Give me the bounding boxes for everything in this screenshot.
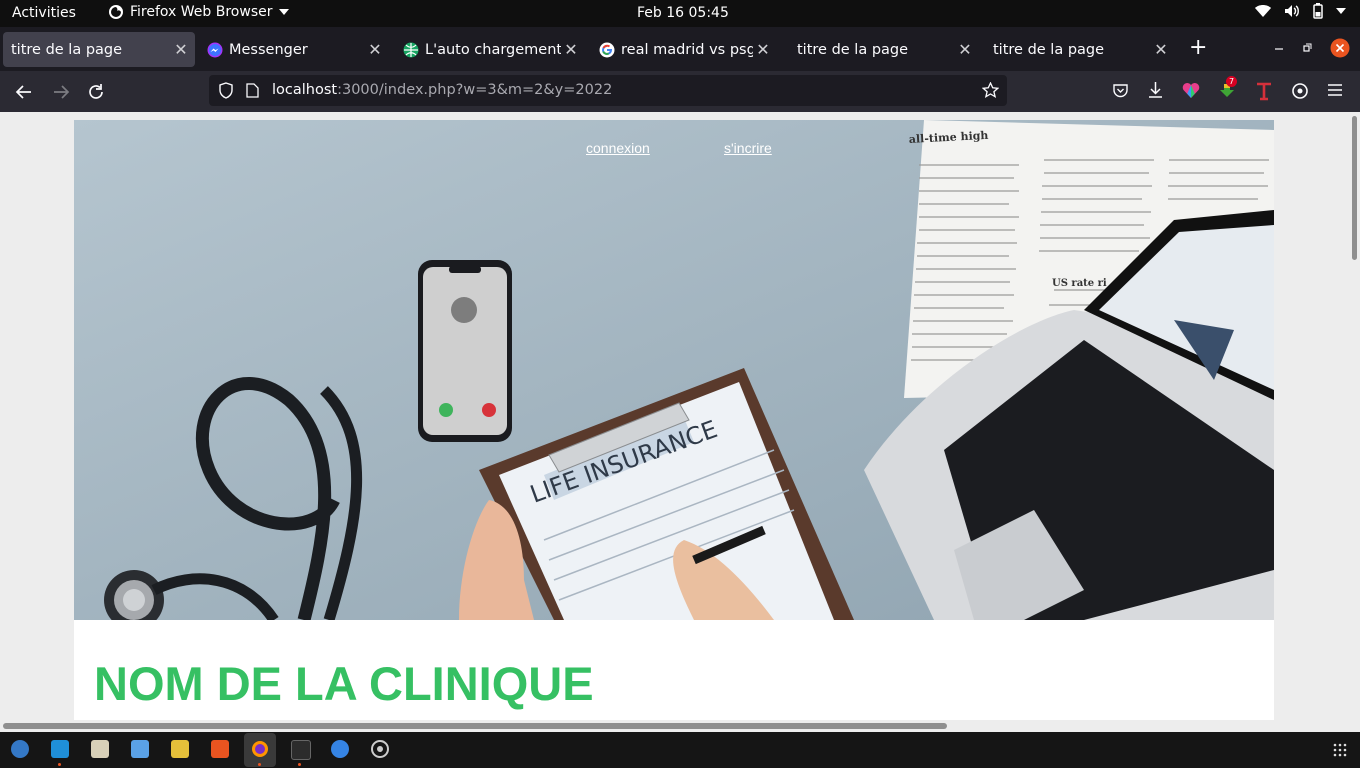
tab-messenger[interactable]: Messenger ✕: [199, 32, 389, 67]
shield-icon[interactable]: [218, 82, 234, 99]
vertical-scrollbar[interactable]: [1351, 112, 1360, 720]
google-icon: [599, 42, 615, 57]
running-indicator: [58, 763, 61, 766]
firefox-dock-icon[interactable]: [251, 740, 269, 758]
tab-title: real madrid vs psg - R: [621, 41, 753, 58]
activities-button[interactable]: Activities: [12, 5, 76, 21]
sinscrire-link[interactable]: s'incrire: [724, 140, 772, 156]
pocket-icon[interactable]: [1112, 82, 1129, 99]
globe-green-icon: [403, 42, 419, 57]
phone-illustration: [418, 260, 512, 442]
page-icon: [246, 83, 259, 98]
clock[interactable]: Feb 16 05:45: [637, 5, 729, 21]
chevron-down-icon: [278, 9, 289, 15]
help-icon[interactable]: [331, 740, 349, 758]
vscode-icon[interactable]: [51, 740, 69, 758]
horizontal-scrollbar[interactable]: [0, 720, 1360, 732]
tab-title: titre de la page: [993, 41, 1105, 58]
disc-icon[interactable]: [371, 740, 389, 758]
text-t-extension-icon[interactable]: [1255, 81, 1273, 101]
close-tab-icon[interactable]: ✕: [753, 40, 773, 59]
tab-title: titre de la page: [11, 41, 123, 58]
newspaper-subhead: US rate ri: [1052, 278, 1107, 289]
extension-badge-count: 7: [1226, 76, 1238, 87]
tab-title: L'auto chargement de: [425, 41, 561, 58]
files-icon[interactable]: [91, 740, 109, 758]
reload-icon[interactable]: [85, 81, 107, 103]
circle-extension-icon[interactable]: [1291, 82, 1309, 100]
chevron-down-icon: [1336, 8, 1346, 14]
tab-titre-de-la-page-1[interactable]: titre de la page ✕: [3, 32, 195, 67]
terminal-icon[interactable]: [291, 740, 311, 760]
bookmark-star-icon[interactable]: [982, 82, 999, 99]
extension-with-badge[interactable]: 7: [1218, 76, 1240, 101]
hero-banner: all-time high US rate ri LIFE INSURANCE: [74, 120, 1274, 620]
tab-auto-chargement[interactable]: L'auto chargement de ✕: [395, 32, 585, 67]
system-top-bar: Activities Firefox Web Browser Feb 16 05…: [0, 0, 1360, 27]
url-path: :3000/index.php?w=3&m=2&y=2022: [337, 82, 613, 98]
hamburger-menu-icon[interactable]: [1327, 83, 1343, 97]
taskbar-dock: [0, 732, 1360, 768]
app-menu[interactable]: Firefox Web Browser: [108, 4, 289, 20]
text-editor-icon[interactable]: [131, 740, 149, 758]
tab-real-madrid-psg[interactable]: real madrid vs psg - R ✕: [591, 32, 777, 67]
url-bar[interactable]: localhost:3000/index.php?w=3&m=2&y=2022: [209, 75, 1007, 106]
back-arrow-icon[interactable]: [13, 81, 35, 103]
rhythmbox-icon[interactable]: [171, 740, 189, 758]
page-viewport: all-time high US rate ri LIFE INSURANCE: [0, 112, 1360, 720]
running-indicator: [258, 763, 261, 766]
wifi-icon: [1255, 5, 1271, 17]
minimize-icon[interactable]: [1274, 43, 1284, 53]
new-tab-button[interactable]: +: [1189, 36, 1207, 60]
tab-title: Messenger: [229, 41, 308, 58]
colorful-heart-extension-icon[interactable]: [1182, 82, 1200, 99]
content-panel: NOM DE LA CLINIQUE: [74, 620, 1274, 720]
close-tab-icon[interactable]: ✕: [561, 40, 581, 59]
restore-icon[interactable]: [1302, 43, 1312, 53]
url-host: localhost: [272, 82, 338, 98]
tab-titre-de-la-page-2[interactable]: titre de la page ✕: [789, 32, 979, 67]
running-indicator: [298, 763, 301, 766]
url-text: localhost:3000/index.php?w=3&m=2&y=2022: [272, 82, 612, 98]
horizontal-scroll-thumb[interactable]: [3, 723, 947, 729]
navigation-toolbar: localhost:3000/index.php?w=3&m=2&y=2022 …: [0, 71, 1360, 112]
firefox-icon: [109, 5, 123, 19]
download-icon[interactable]: [1147, 81, 1164, 99]
tab-strip: titre de la page ✕ Messenger ✕ L'auto ch…: [0, 27, 1360, 71]
vertical-scroll-thumb[interactable]: [1352, 116, 1357, 260]
forward-arrow-icon[interactable]: [50, 81, 72, 103]
software-updater-icon[interactable]: [11, 740, 29, 758]
volume-icon: [1285, 5, 1299, 17]
app-menu-label: Firefox Web Browser: [130, 4, 273, 20]
tab-titre-de-la-page-3[interactable]: titre de la page ✕: [985, 32, 1175, 67]
clinic-title: NOM DE LA CLINIQUE: [94, 657, 594, 710]
hero-photo: all-time high US rate ri LIFE INSURANCE: [74, 120, 1274, 620]
close-window-icon[interactable]: [1330, 38, 1350, 58]
close-tab-icon[interactable]: ✕: [955, 40, 975, 59]
connexion-link[interactable]: connexion: [586, 140, 650, 156]
software-center-icon[interactable]: [211, 740, 229, 758]
show-apps-grid-icon[interactable]: [1333, 743, 1347, 757]
close-tab-icon[interactable]: ✕: [365, 40, 385, 59]
close-tab-icon[interactable]: ✕: [171, 40, 191, 59]
messenger-icon: [207, 42, 223, 57]
battery-icon: [1313, 3, 1323, 19]
system-tray[interactable]: [1255, 3, 1346, 19]
tab-title: titre de la page: [797, 41, 909, 58]
close-tab-icon[interactable]: ✕: [1151, 40, 1171, 59]
window-controls: [1274, 38, 1350, 58]
